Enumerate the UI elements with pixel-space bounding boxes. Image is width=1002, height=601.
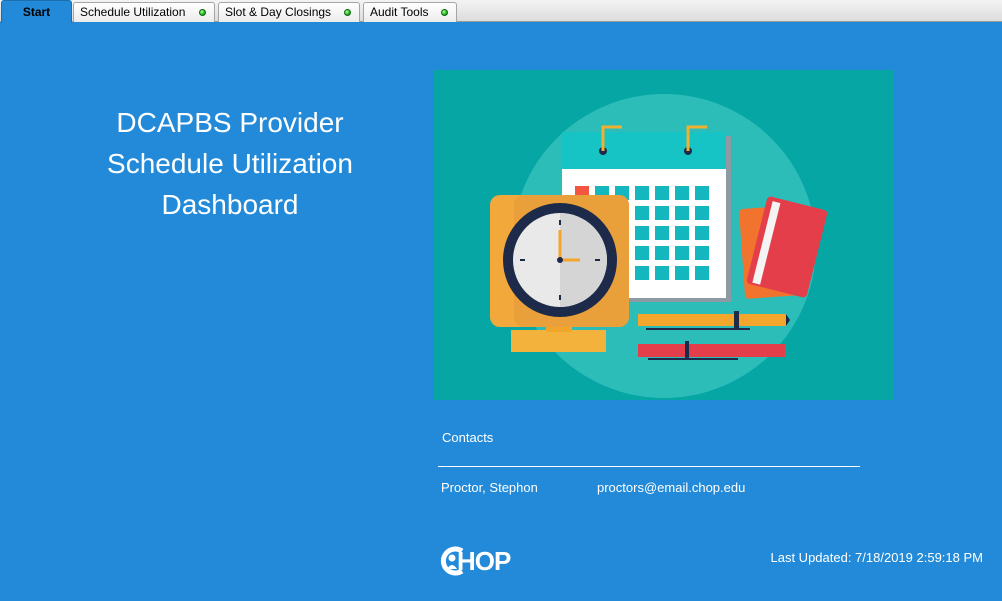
divider	[438, 466, 860, 467]
last-updated: Last Updated: 7/18/2019 2:59:18 PM	[770, 550, 984, 565]
calendar-clock-illustration	[434, 70, 893, 400]
contacts-heading: Contacts	[442, 430, 494, 445]
tab-start[interactable]: Start	[1, 0, 72, 23]
contact-email: proctors@email.chop.edu	[597, 480, 746, 495]
tab-slot-day-closings[interactable]: Slot & Day Closings	[218, 2, 360, 22]
title-line: Dashboard	[161, 189, 299, 220]
title-line: Schedule Utilization	[107, 148, 353, 179]
chop-logo-text: HOP	[457, 546, 511, 576]
contact-name: Proctor, Stephon	[441, 480, 538, 495]
tab-label: Audit Tools	[370, 5, 429, 19]
status-dot-icon	[344, 9, 351, 16]
tab-schedule-utilization[interactable]: Schedule Utilization	[73, 2, 215, 22]
status-dot-icon	[441, 9, 448, 16]
tab-label: Schedule Utilization	[80, 5, 186, 19]
tab-label: Start	[22, 5, 51, 19]
tab-audit-tools[interactable]: Audit Tools	[363, 2, 457, 22]
status-dot-icon	[199, 9, 206, 16]
title-line: DCAPBS Provider	[116, 107, 344, 138]
tab-bar: Start Schedule Utilization Slot & Day Cl…	[0, 0, 1002, 23]
chop-logo: HOP	[438, 545, 524, 577]
tab-label: Slot & Day Closings	[225, 5, 332, 19]
page-title: DCAPBS Provider Schedule Utilization Das…	[60, 102, 400, 225]
